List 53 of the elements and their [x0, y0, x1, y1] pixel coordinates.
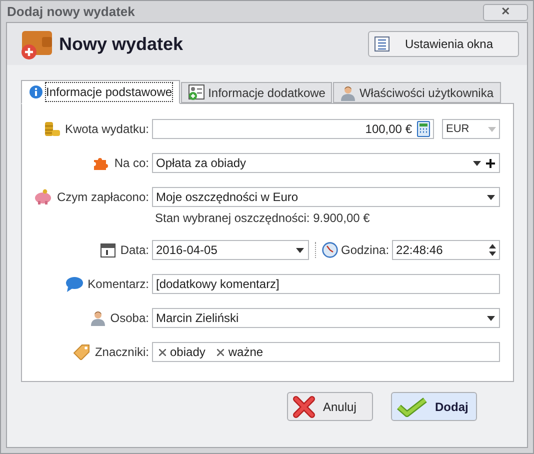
field-label: Osoba:	[110, 310, 149, 327]
field-label: Kwota wydatku:	[64, 121, 149, 138]
tag-chip[interactable]: obiady	[159, 343, 206, 361]
dropdown-arrow-icon	[487, 316, 495, 320]
field-label: Czym zapłacono:	[56, 189, 149, 206]
dropdown-field[interactable]: Marcin Zieliński	[152, 308, 500, 328]
close-button[interactable]: ✕	[483, 4, 528, 21]
remove-icon[interactable]	[217, 348, 224, 356]
tab[interactable]: Informacje dodatkowe	[181, 82, 332, 103]
field-label: Data:	[120, 242, 149, 259]
dropdown-field[interactable]: Opłata za obiady	[152, 153, 500, 173]
user-icon	[340, 84, 356, 100]
info-icon	[29, 85, 43, 99]
amount-field[interactable]: 100,00 €	[152, 119, 434, 139]
cancel-button[interactable]: Anuluj	[287, 392, 373, 421]
header-title: Nowy wydatek	[59, 32, 184, 56]
list-icon	[374, 36, 390, 52]
tags-field[interactable]: obiady ważne	[152, 342, 500, 362]
dropdown-arrow-icon	[488, 126, 496, 132]
checkmark-icon	[397, 396, 427, 416]
time-spinner[interactable]: 22:48:46	[392, 240, 500, 260]
plus-icon[interactable]	[486, 158, 495, 168]
date-picker[interactable]: 2016-04-05	[152, 240, 309, 260]
remove-icon[interactable]	[159, 348, 166, 356]
dropdown-arrow-icon	[296, 248, 304, 252]
cross-icon	[293, 396, 315, 418]
field-label: Znaczniki:	[94, 344, 149, 361]
calculator-icon[interactable]	[417, 121, 430, 137]
add-button[interactable]: Dodaj	[391, 392, 477, 421]
dropdown-arrow-icon	[487, 194, 495, 200]
clock-icon	[322, 242, 338, 258]
tag-chip[interactable]: ważne	[217, 343, 264, 361]
tab[interactable]: Informacje podstawowe	[21, 80, 180, 104]
piggy-bank-icon	[32, 189, 53, 205]
comment-field[interactable]: [dodatkowy komentarz]	[152, 274, 500, 294]
spinner-arrows-icon[interactable]	[489, 244, 496, 256]
contact-card-icon	[188, 84, 206, 101]
speech-bubble-icon	[64, 276, 84, 292]
coins-icon	[42, 121, 61, 137]
wallet-plus-icon	[20, 28, 53, 60]
dropdown-arrow-icon	[473, 160, 481, 166]
puzzle-icon	[92, 155, 110, 171]
field-label: Na co:	[114, 155, 149, 172]
balance-note: Stan wybranej oszczędności: 9.900,00 €	[155, 210, 370, 227]
dropdown-field[interactable]: Moje oszczędności w Euro	[152, 187, 500, 207]
user-icon	[90, 310, 106, 326]
window-title: Dodaj nowy wydatek	[7, 2, 135, 21]
calendar-icon	[100, 242, 116, 258]
window-settings-button[interactable]: Ustawienia okna	[368, 31, 519, 57]
field-label: Godzina:	[341, 242, 390, 259]
field-label: Komentarz:	[88, 276, 149, 293]
tab[interactable]: Właściwości użytkownika	[333, 82, 501, 103]
tag-icon	[72, 344, 91, 360]
